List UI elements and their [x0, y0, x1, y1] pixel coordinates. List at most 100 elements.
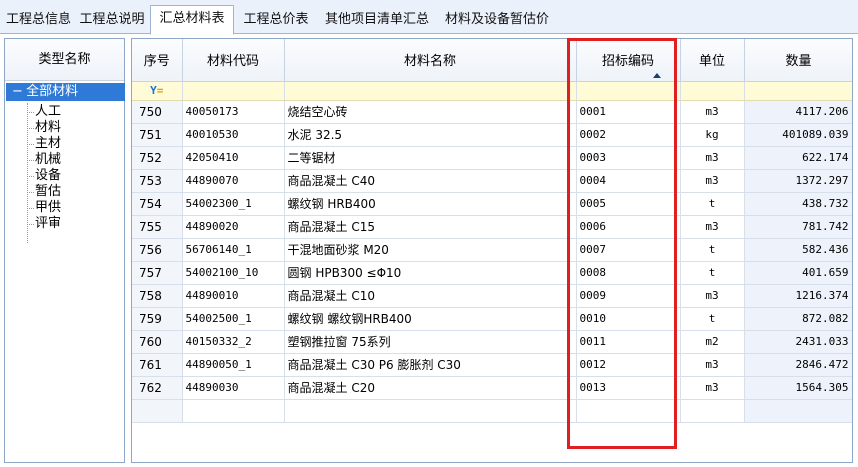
cell-material-code[interactable]: 54002500_1 — [182, 307, 285, 331]
cell-unit[interactable]: m3 — [680, 353, 745, 377]
cell-quantity[interactable]: 4117.206 — [744, 100, 852, 124]
cell-unit[interactable]: kg — [680, 123, 745, 147]
cell-bid-code[interactable]: 0004 — [576, 169, 681, 193]
column-header-unit[interactable]: 单位 — [680, 39, 745, 82]
cell-seq[interactable]: 755 — [132, 215, 183, 239]
cell-seq[interactable]: 750 — [132, 100, 183, 124]
cell-quantity[interactable]: 1564.305 — [744, 376, 852, 400]
column-header-code[interactable]: 材料代码 — [182, 39, 285, 82]
filter-cell[interactable] — [680, 81, 745, 101]
cell-material-code[interactable]: 40150332_2 — [182, 330, 285, 354]
column-header-bid-code[interactable]: 招标编码 — [576, 39, 681, 82]
cell-bid-code[interactable]: 0012 — [576, 353, 681, 377]
cell-bid-code[interactable]: 0002 — [576, 123, 681, 147]
tree-item-equipment[interactable]: 设备 — [33, 168, 61, 184]
cell-material-name[interactable]: 商品混凝土 C40 — [284, 169, 577, 193]
cell-quantity[interactable]: 1372.297 — [744, 169, 852, 193]
cell-unit[interactable]: t — [680, 238, 745, 262]
empty-cell[interactable] — [744, 399, 852, 423]
cell-material-code[interactable]: 44890010 — [182, 284, 285, 308]
table-row[interactable]: 756 56706140_1 干混地面砂浆 M20 0007 t 582.436 — [132, 238, 852, 262]
cell-material-name[interactable]: 螺纹钢 HRB400 — [284, 192, 577, 216]
cell-unit[interactable]: t — [680, 307, 745, 331]
cell-seq[interactable]: 756 — [132, 238, 183, 262]
cell-bid-code[interactable]: 0003 — [576, 146, 681, 170]
cell-material-code[interactable]: 44890030 — [182, 376, 285, 400]
cell-quantity[interactable]: 401089.039 — [744, 123, 852, 147]
table-row[interactable]: 755 44890020 商品混凝土 C15 0006 m3 781.742 — [132, 215, 852, 239]
cell-material-name[interactable]: 圆钢 HPB300 ≤Φ10 — [284, 261, 577, 285]
table-row[interactable]: 750 40050173 烧结空心砖 0001 m3 4117.206 — [132, 100, 852, 124]
collapse-icon[interactable]: − — [12, 83, 23, 101]
column-header-qty[interactable]: 数量 — [744, 39, 852, 82]
cell-unit[interactable]: t — [680, 261, 745, 285]
empty-cell[interactable] — [680, 399, 745, 423]
table-row[interactable]: 759 54002500_1 螺纹钢 螺纹钢HRB400 0010 t 872.082 — [132, 307, 852, 331]
cell-quantity[interactable]: 582.436 — [744, 238, 852, 262]
cell-unit[interactable]: m3 — [680, 376, 745, 400]
cell-quantity[interactable]: 438.732 — [744, 192, 852, 216]
empty-cell[interactable] — [132, 399, 183, 423]
table-row[interactable]: 751 40010530 水泥 32.5 0002 kg 401089.039 — [132, 123, 852, 147]
tree-item-review[interactable]: 评审 — [33, 216, 61, 232]
filter-cell[interactable]: Y= — [132, 81, 183, 101]
tab-project-description[interactable]: 工程总说明 — [76, 6, 148, 34]
cell-unit[interactable]: m3 — [680, 215, 745, 239]
cell-bid-code[interactable]: 0008 — [576, 261, 681, 285]
cell-seq[interactable]: 759 — [132, 307, 183, 331]
tab-material-summary[interactable]: 汇总材料表 — [150, 5, 234, 35]
cell-unit[interactable]: m3 — [680, 169, 745, 193]
tab-project-info[interactable]: 工程总信息 — [3, 6, 74, 34]
cell-material-code[interactable]: 40050173 — [182, 100, 285, 124]
cell-unit[interactable]: t — [680, 192, 745, 216]
cell-unit[interactable]: m3 — [680, 146, 745, 170]
filter-cell[interactable] — [182, 81, 285, 101]
tree-item-main-material[interactable]: 主材 — [33, 136, 61, 152]
cell-material-name[interactable]: 螺纹钢 螺纹钢HRB400 — [284, 307, 577, 331]
cell-material-name[interactable]: 商品混凝土 C30 P6 膨胀剂 C30 — [284, 353, 577, 377]
filter-cell[interactable] — [744, 81, 852, 101]
cell-bid-code[interactable]: 0007 — [576, 238, 681, 262]
cell-seq[interactable]: 762 — [132, 376, 183, 400]
tab-provisional-materials[interactable]: 材料及设备暂估价 — [438, 6, 556, 34]
cell-material-name[interactable]: 商品混凝土 C20 — [284, 376, 577, 400]
column-header-seq[interactable]: 序号 — [132, 39, 183, 82]
table-row[interactable]: 752 42050410 二等锯材 0003 m3 622.174 — [132, 146, 852, 170]
cell-material-code[interactable]: 42050410 — [182, 146, 285, 170]
cell-quantity[interactable]: 2846.472 — [744, 353, 852, 377]
cell-bid-code[interactable]: 0006 — [576, 215, 681, 239]
cell-material-code[interactable]: 44890050_1 — [182, 353, 285, 377]
cell-bid-code[interactable]: 0005 — [576, 192, 681, 216]
cell-seq[interactable]: 761 — [132, 353, 183, 377]
table-row[interactable]: 761 44890050_1 商品混凝土 C30 P6 膨胀剂 C30 0012 m3 2… — [132, 353, 852, 377]
cell-bid-code[interactable]: 0001 — [576, 100, 681, 124]
tree-item-labor[interactable]: 人工 — [33, 104, 61, 120]
cell-unit[interactable]: m3 — [680, 100, 745, 124]
column-header-name[interactable]: 材料名称 — [284, 39, 577, 82]
cell-unit[interactable]: m2 — [680, 330, 745, 354]
tree-item-machinery[interactable]: 机械 — [33, 152, 61, 168]
table-row[interactable]: 757 54002100_10 圆钢 HPB300 ≤Φ10 0008 t 401.659 — [132, 261, 852, 285]
cell-bid-code[interactable]: 0013 — [576, 376, 681, 400]
cell-material-code[interactable]: 44890020 — [182, 215, 285, 239]
cell-material-code[interactable]: 44890070 — [182, 169, 285, 193]
cell-material-code[interactable]: 40010530 — [182, 123, 285, 147]
cell-quantity[interactable]: 401.659 — [744, 261, 852, 285]
tree-item-provisional[interactable]: 暂估 — [33, 184, 61, 200]
tree-item-material[interactable]: 材料 — [33, 120, 61, 136]
table-row[interactable]: 754 54002300_1 螺纹钢 HRB400 0005 t 438.732 — [132, 192, 852, 216]
empty-cell[interactable] — [576, 399, 681, 423]
cell-material-name[interactable]: 塑钢推拉窗 75系列 — [284, 330, 577, 354]
table-row[interactable]: 762 44890030 商品混凝土 C20 0013 m3 1564.305 — [132, 376, 852, 400]
cell-material-name[interactable]: 烧结空心砖 — [284, 100, 577, 124]
cell-quantity[interactable]: 2431.033 — [744, 330, 852, 354]
cell-seq[interactable]: 757 — [132, 261, 183, 285]
table-row[interactable]: 758 44890010 商品混凝土 C10 0009 m3 1216.374 — [132, 284, 852, 308]
cell-seq[interactable]: 753 — [132, 169, 183, 193]
table-row[interactable]: 760 40150332_2 塑钢推拉窗 75系列 0011 m2 2431.033 — [132, 330, 852, 354]
cell-bid-code[interactable]: 0009 — [576, 284, 681, 308]
cell-quantity[interactable]: 781.742 — [744, 215, 852, 239]
cell-quantity[interactable]: 622.174 — [744, 146, 852, 170]
cell-quantity[interactable]: 1216.374 — [744, 284, 852, 308]
cell-seq[interactable]: 754 — [132, 192, 183, 216]
